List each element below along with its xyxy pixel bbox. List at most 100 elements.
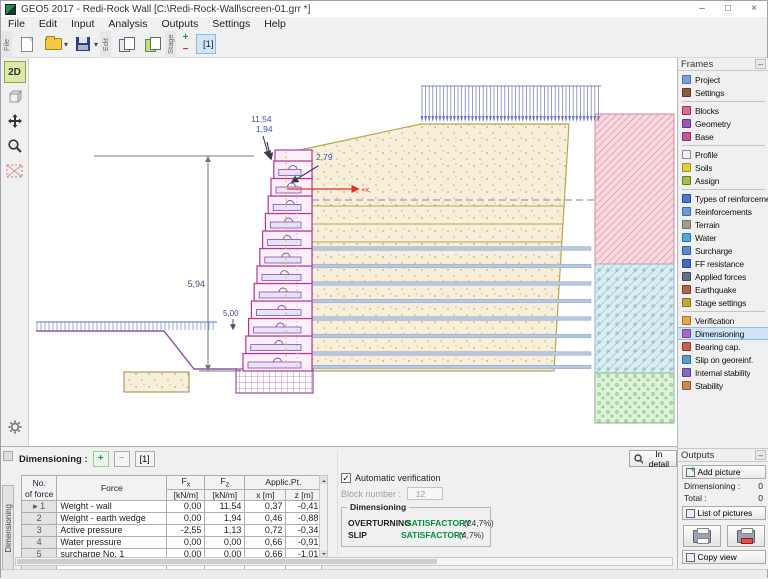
sidebar-item-stage-settings[interactable]: Stage settings: [678, 296, 768, 309]
stage-1-button[interactable]: [1]: [196, 34, 216, 54]
sidebar-item-assign[interactable]: Assign: [678, 174, 768, 187]
surcharge-icon: [682, 246, 691, 255]
remove-force-button[interactable]: −: [114, 451, 130, 467]
sidebar-item-surcharge[interactable]: Surcharge: [678, 244, 768, 257]
collapse-frames-button[interactable]: –: [755, 59, 766, 69]
menu-settings[interactable]: Settings: [205, 18, 257, 30]
force-value-cell: 0,00: [167, 512, 205, 524]
paste-button[interactable]: [140, 32, 164, 56]
automatic-verification-checkbox[interactable]: ✓: [341, 473, 351, 483]
pan-button[interactable]: [4, 111, 26, 133]
gear-icon: [6, 418, 24, 436]
new-file-button[interactable]: [15, 32, 39, 56]
sidebar-item-earthquake[interactable]: Earthquake: [678, 283, 768, 296]
sidebar-item-terrain[interactable]: Terrain: [678, 218, 768, 231]
sidebar-item-ff-resistance[interactable]: FF resistance: [678, 257, 768, 270]
sidebar-item-project[interactable]: Project: [678, 73, 768, 86]
pin-icon[interactable]: [3, 451, 13, 461]
save-button[interactable]: [71, 32, 95, 56]
add-force-button[interactable]: +: [93, 451, 109, 467]
sidebar-item-base[interactable]: Base: [678, 130, 768, 143]
printer-icon: [693, 530, 711, 543]
print-button[interactable]: [683, 525, 721, 547]
sidebar-item-label: Dimensioning: [695, 329, 744, 339]
copy-view-button[interactable]: Copy view: [682, 550, 766, 564]
table-row: 4Water pressure0,000,000,66-0,91: [22, 536, 322, 548]
frames-list: ProjectSettings BlocksGeometryBase Profile…: [678, 71, 768, 392]
sidebar-item-label: Stability: [695, 381, 723, 391]
sidebar-item-profile[interactable]: Profile: [678, 148, 768, 161]
verification-section: ✓ Automatic verification Block number : …: [341, 473, 491, 547]
add-picture-button[interactable]: Add picture: [682, 465, 766, 479]
drawing-canvas[interactable]: 5,94 5,00 11,54 1,94 2,79 +x: [29, 58, 677, 446]
maximize-button[interactable]: □: [715, 2, 741, 16]
sidebar-item-geometry[interactable]: Geometry: [678, 117, 768, 130]
close-button[interactable]: ×: [741, 2, 767, 16]
open-file-button[interactable]: [41, 32, 65, 56]
copy-button[interactable]: [114, 32, 138, 56]
separator: [682, 145, 765, 146]
in-detail-button[interactable]: In detail: [629, 450, 677, 467]
sidebar-item-dimensioning[interactable]: Dimensioning: [678, 327, 768, 340]
sidebar-item-soils[interactable]: Soils: [678, 161, 768, 174]
frames-panel: Frames – ProjectSettings BlocksGeometryBa…: [677, 58, 768, 448]
frames-panel-title: Frames: [681, 59, 755, 70]
menu-analysis[interactable]: Analysis: [101, 18, 154, 30]
block-number-spinner[interactable]: 12: [407, 487, 443, 500]
scrollbar-thumb[interactable]: [17, 559, 437, 564]
force-value-cell: 1,13: [205, 524, 245, 536]
sidebar-item-blocks[interactable]: Blocks: [678, 104, 768, 117]
menu-file[interactable]: File: [1, 18, 32, 30]
list-of-pictures-icon: [686, 509, 695, 518]
menu-edit[interactable]: Edit: [32, 18, 64, 30]
menu-help[interactable]: Help: [257, 18, 293, 30]
force-value-cell: 0,46: [245, 512, 286, 524]
scroll-up-arrow[interactable]: [320, 476, 327, 484]
menu-outputs[interactable]: Outputs: [154, 18, 205, 30]
list-of-pictures-button[interactable]: List of pictures: [682, 506, 766, 520]
sidebar-item-settings[interactable]: Settings: [678, 86, 768, 99]
view-2d-button[interactable]: 2D: [4, 61, 26, 83]
soil-sample-block: [124, 372, 189, 392]
print-settings-button[interactable]: [727, 525, 765, 547]
minimize-button[interactable]: –: [689, 2, 715, 16]
menu-input[interactable]: Input: [64, 18, 101, 30]
sidebar-item-internal-stability[interactable]: Internal stability: [678, 366, 768, 379]
sidebar-item-stability[interactable]: Stability: [678, 379, 768, 392]
check-name: OVERTURNING: [348, 518, 406, 528]
project-icon: [682, 75, 691, 84]
sidebar-item-slip-on-georeinf[interactable]: Slip on georeinf.: [678, 353, 768, 366]
save-dropdown-icon[interactable]: ▾: [94, 40, 98, 49]
stage-add-button[interactable]: +: [179, 32, 192, 44]
open-dropdown-icon[interactable]: ▾: [64, 40, 68, 49]
zoom-extent-button[interactable]: [4, 161, 26, 183]
sidebar-item-reinforcements[interactable]: Reinforcements: [678, 205, 768, 218]
sidebar-item-water[interactable]: Water: [678, 231, 768, 244]
table-vertical-scrollbar[interactable]: [319, 475, 328, 559]
stage-remove-button[interactable]: −: [179, 44, 192, 56]
surcharge-load-arrows: [421, 86, 601, 122]
row-number-cell[interactable]: 2: [22, 512, 57, 524]
dimensioning-icon: [682, 329, 691, 338]
sidebar-item-applied-forces[interactable]: Applied forces: [678, 270, 768, 283]
profile-icon: [682, 150, 691, 159]
row-number-cell[interactable]: 4: [22, 536, 57, 548]
sidebar-item-types-of-reinforcements[interactable]: Types of reinforcements: [678, 192, 768, 205]
wall-height-label: 5,94: [187, 279, 205, 289]
settings-gear-button[interactable]: [4, 417, 26, 439]
sidebar-item-verification[interactable]: Verification: [678, 314, 768, 327]
block-number-label: Block number :: [341, 489, 401, 499]
dimensioning-results-group: Dimensioning OVERTURNINGSATISFACTORY(24,…: [341, 507, 491, 547]
collapse-outputs-button[interactable]: –: [755, 450, 766, 460]
dimensioning-frame: Dimensioning Dimensioning : + − [1] In d…: [1, 446, 677, 569]
row-number-cell[interactable]: 3: [22, 524, 57, 536]
force-value-cell: -0,41: [286, 500, 322, 512]
zoom-button[interactable]: [4, 136, 26, 158]
sidebar-item-bearing-cap[interactable]: Bearing cap.: [678, 340, 768, 353]
bottom-horizontal-scrollbar[interactable]: [15, 557, 673, 566]
view-3d-button[interactable]: [4, 86, 26, 108]
tab-dimensioning[interactable]: Dimensioning: [2, 485, 14, 571]
row-number-cell[interactable]: ▸ 1: [22, 500, 57, 512]
copy-icon: [119, 37, 134, 52]
stage-indicator-button[interactable]: [1]: [135, 451, 155, 467]
